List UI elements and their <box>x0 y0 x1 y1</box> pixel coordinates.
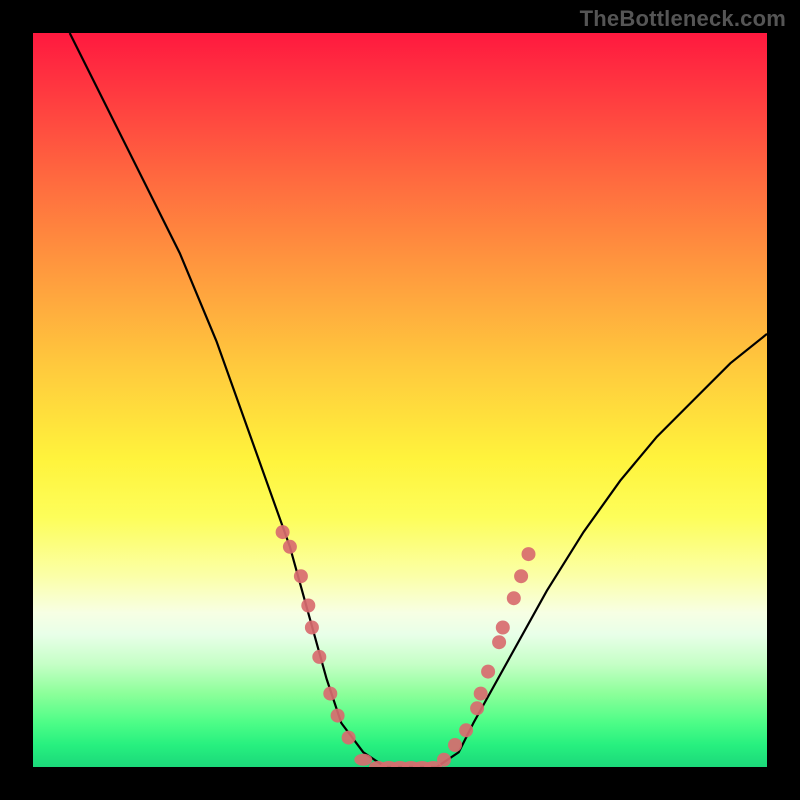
data-point <box>522 547 536 561</box>
data-point <box>514 569 528 583</box>
data-point <box>474 687 488 701</box>
data-point <box>437 753 451 767</box>
data-point <box>496 621 510 635</box>
data-point <box>342 731 356 745</box>
data-point <box>354 754 372 766</box>
bottleneck-curve-path <box>70 33 767 767</box>
plot-area <box>33 33 767 767</box>
data-point <box>312 650 326 664</box>
data-point <box>507 591 521 605</box>
data-point <box>492 635 506 649</box>
data-point <box>276 525 290 539</box>
data-point <box>323 687 337 701</box>
marker-group <box>276 525 536 767</box>
data-point <box>470 701 484 715</box>
curve-path-group <box>70 33 767 767</box>
data-point <box>294 569 308 583</box>
data-point <box>448 738 462 752</box>
data-point <box>301 599 315 613</box>
data-point <box>481 665 495 679</box>
watermark-text: TheBottleneck.com <box>580 6 786 32</box>
curve-svg <box>33 33 767 767</box>
data-point <box>331 709 345 723</box>
data-point <box>305 621 319 635</box>
data-point <box>459 723 473 737</box>
data-point <box>283 540 297 554</box>
chart-container: TheBottleneck.com <box>0 0 800 800</box>
